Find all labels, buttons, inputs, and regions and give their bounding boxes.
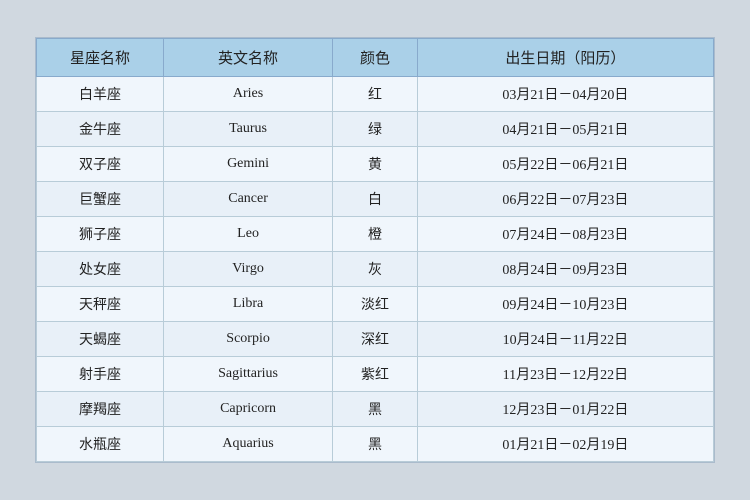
cell-color: 黑 [333,392,418,427]
cell-color: 灰 [333,252,418,287]
cell-color: 橙 [333,217,418,252]
cell-color: 红 [333,77,418,112]
cell-chinese: 摩羯座 [37,392,164,427]
table-row: 白羊座Aries红03月21日－04月20日 [37,77,714,112]
table-row: 金牛座Taurus绿04月21日－05月21日 [37,112,714,147]
table-row: 射手座Sagittarius紫红11月23日－12月22日 [37,357,714,392]
cell-color: 深红 [333,322,418,357]
cell-date: 12月23日－01月22日 [417,392,713,427]
cell-color: 黑 [333,427,418,462]
cell-english: Leo [163,217,332,252]
cell-date: 01月21日－02月19日 [417,427,713,462]
table-row: 狮子座Leo橙07月24日－08月23日 [37,217,714,252]
cell-chinese: 双子座 [37,147,164,182]
header-english-name: 英文名称 [163,39,332,77]
cell-english: Aquarius [163,427,332,462]
table-header-row: 星座名称 英文名称 颜色 出生日期（阳历） [37,39,714,77]
cell-chinese: 天秤座 [37,287,164,322]
cell-color: 紫红 [333,357,418,392]
cell-date: 11月23日－12月22日 [417,357,713,392]
cell-chinese: 水瓶座 [37,427,164,462]
cell-english: Sagittarius [163,357,332,392]
cell-date: 07月24日－08月23日 [417,217,713,252]
table-body: 白羊座Aries红03月21日－04月20日金牛座Taurus绿04月21日－0… [37,77,714,462]
cell-chinese: 天蝎座 [37,322,164,357]
cell-chinese: 白羊座 [37,77,164,112]
table-row: 摩羯座Capricorn黑12月23日－01月22日 [37,392,714,427]
cell-english: Aries [163,77,332,112]
header-birthday: 出生日期（阳历） [417,39,713,77]
table-row: 双子座Gemini黄05月22日－06月21日 [37,147,714,182]
cell-english: Capricorn [163,392,332,427]
header-color: 颜色 [333,39,418,77]
cell-english: Cancer [163,182,332,217]
cell-english: Libra [163,287,332,322]
table-row: 天秤座Libra淡红09月24日－10月23日 [37,287,714,322]
table-row: 处女座Virgo灰08月24日－09月23日 [37,252,714,287]
cell-date: 10月24日－11月22日 [417,322,713,357]
cell-color: 绿 [333,112,418,147]
header-chinese-name: 星座名称 [37,39,164,77]
zodiac-table-container: 星座名称 英文名称 颜色 出生日期（阳历） 白羊座Aries红03月21日－04… [35,37,715,463]
cell-chinese: 狮子座 [37,217,164,252]
zodiac-table: 星座名称 英文名称 颜色 出生日期（阳历） 白羊座Aries红03月21日－04… [36,38,714,462]
cell-chinese: 金牛座 [37,112,164,147]
table-row: 天蝎座Scorpio深红10月24日－11月22日 [37,322,714,357]
table-row: 水瓶座Aquarius黑01月21日－02月19日 [37,427,714,462]
cell-date: 04月21日－05月21日 [417,112,713,147]
cell-date: 06月22日－07月23日 [417,182,713,217]
cell-date: 03月21日－04月20日 [417,77,713,112]
cell-chinese: 巨蟹座 [37,182,164,217]
cell-english: Scorpio [163,322,332,357]
table-row: 巨蟹座Cancer白06月22日－07月23日 [37,182,714,217]
cell-chinese: 处女座 [37,252,164,287]
cell-color: 黄 [333,147,418,182]
cell-english: Gemini [163,147,332,182]
cell-color: 白 [333,182,418,217]
cell-english: Taurus [163,112,332,147]
cell-english: Virgo [163,252,332,287]
cell-chinese: 射手座 [37,357,164,392]
cell-color: 淡红 [333,287,418,322]
cell-date: 09月24日－10月23日 [417,287,713,322]
cell-date: 08月24日－09月23日 [417,252,713,287]
cell-date: 05月22日－06月21日 [417,147,713,182]
